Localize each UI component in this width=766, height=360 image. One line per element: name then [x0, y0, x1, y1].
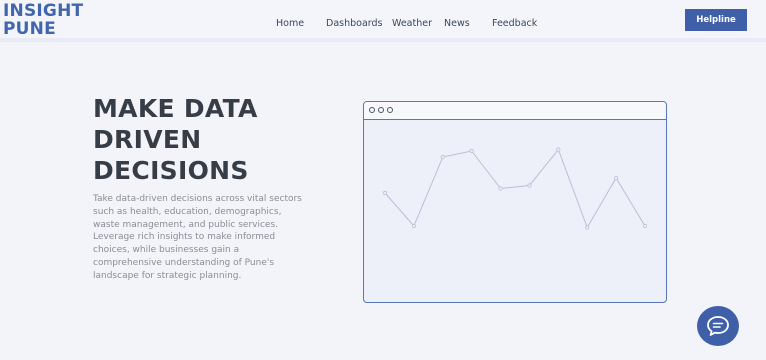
logo-line-2: PUNE — [3, 19, 56, 39]
nav-feedback[interactable]: Feedback — [492, 18, 537, 29]
helpline-button[interactable]: Helpline — [685, 9, 747, 31]
chart-point — [498, 186, 503, 191]
chart-point — [556, 147, 561, 152]
chart-point — [469, 148, 474, 154]
hero-title-line-1: MAKE DATA — [93, 94, 258, 123]
hero-title-line-3: DECISIONS — [93, 156, 249, 185]
chart-point — [642, 223, 648, 229]
browser-title-bar — [364, 102, 666, 120]
chart-series-line — [384, 148, 646, 229]
browser-window-illustration — [363, 101, 667, 303]
site-header: INSIGHT PUNE Home Dashboards Weather New… — [0, 0, 766, 42]
chat-bubble-icon — [707, 316, 729, 336]
nav-home[interactable]: Home — [276, 18, 304, 29]
hero-title-line-2: DRIVEN — [93, 125, 202, 154]
chart-point — [585, 225, 590, 230]
nav-weather[interactable]: Weather — [392, 18, 432, 29]
window-dot-icon — [369, 107, 375, 113]
nav-dashboards[interactable]: Dashboards — [326, 18, 383, 29]
window-dot-icon — [387, 107, 393, 113]
chart-point — [614, 175, 619, 181]
chart-point — [411, 223, 416, 229]
chart-point — [527, 183, 532, 188]
window-dot-icon — [378, 107, 384, 113]
logo-line-1: INSIGHT — [3, 1, 84, 21]
chart-point — [440, 154, 445, 160]
chat-button[interactable] — [697, 306, 739, 346]
nav-news[interactable]: News — [444, 18, 470, 29]
site-logo[interactable]: INSIGHT PUNE — [3, 2, 83, 38]
hero-description: Take data-driven decisions across vital … — [93, 194, 302, 281]
line-chart — [382, 147, 648, 230]
hero-title: MAKE DATA DRIVEN DECISIONS — [93, 93, 258, 186]
chart-point — [382, 190, 388, 196]
